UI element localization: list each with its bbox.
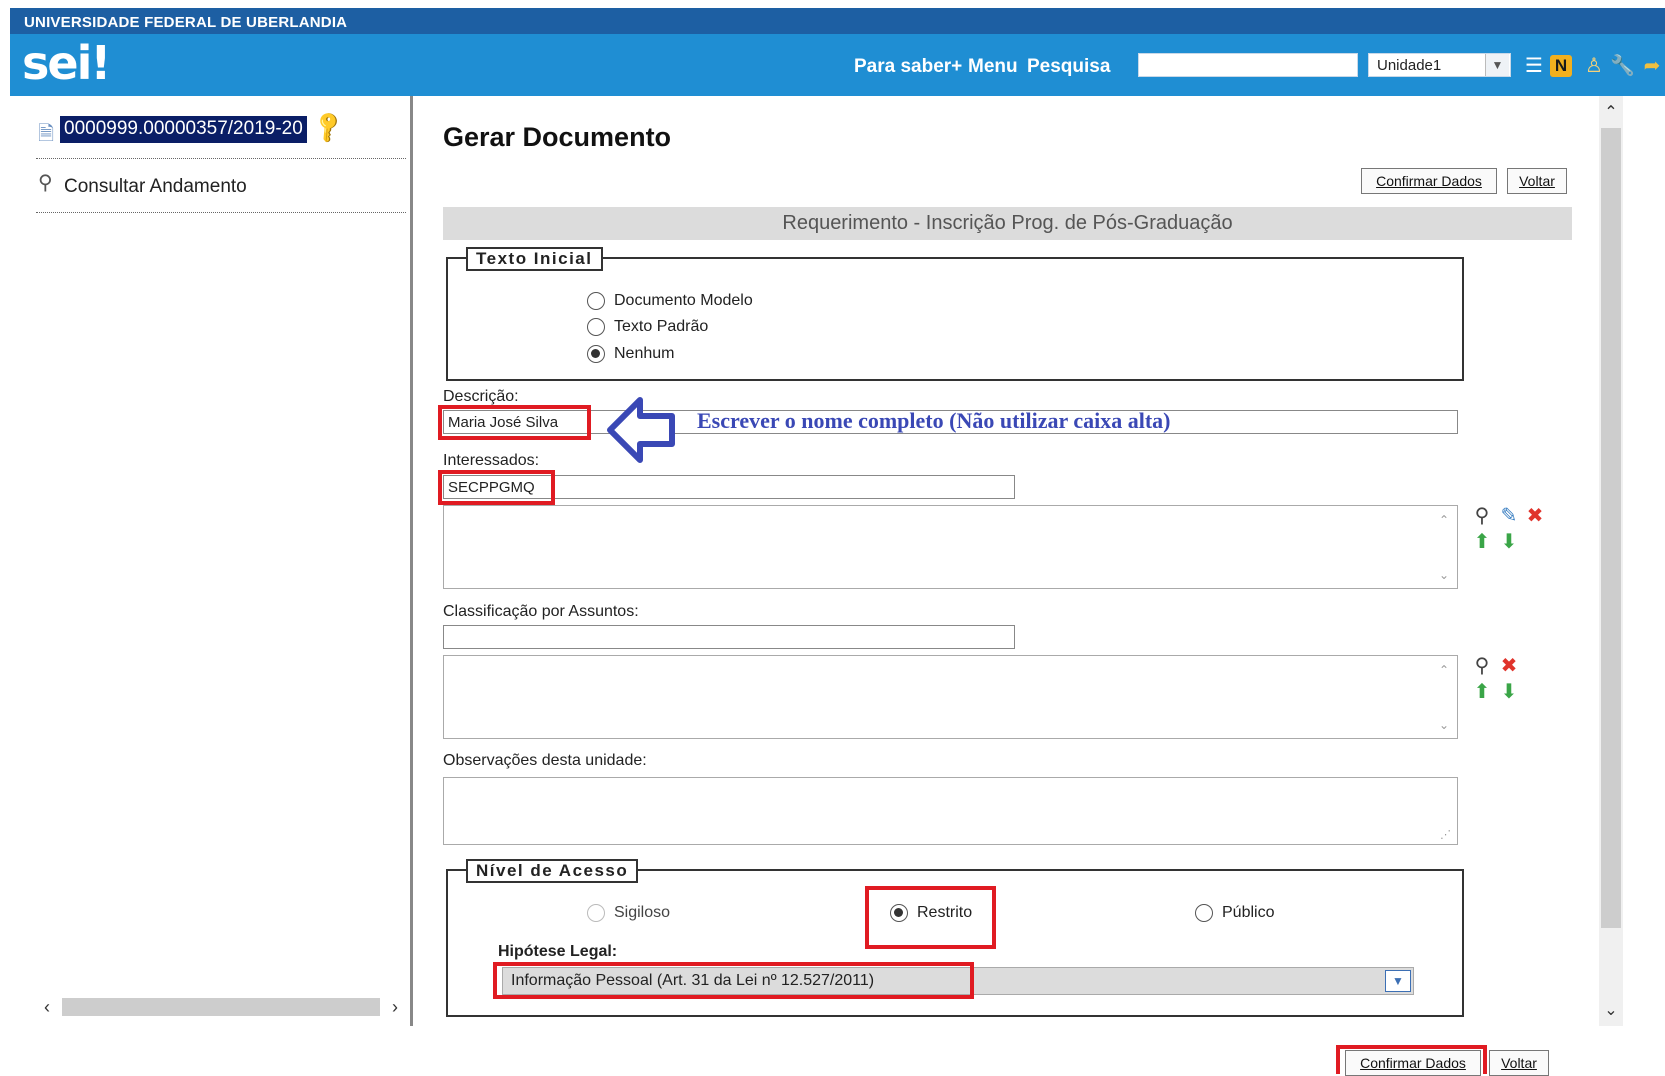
process-icon: 🗎 [38,123,55,145]
list-icon[interactable]: ☰ [1522,54,1546,78]
radio-nenhum[interactable] [587,345,605,363]
process-number-link[interactable]: 0000999.00000357/2019-20 [60,116,307,143]
remove-icon[interactable]: ✖ [1497,654,1521,678]
scrollbar-thumb[interactable] [62,998,380,1016]
para-saber-link[interactable]: Para saber+ [854,56,962,78]
sei-logo[interactable]: sei! [22,36,111,90]
classificacao-input[interactable] [443,625,1015,649]
arrow-down-icon[interactable]: ⬇ [1497,680,1521,704]
observacoes-label: Observações desta unidade: [443,752,647,769]
chevron-left-icon[interactable]: ‹ [36,996,58,1018]
chevron-down-icon[interactable]: ⌄ [1436,567,1452,583]
wrench-icon[interactable]: 🔧 [1610,54,1635,78]
radio-label-sigiloso[interactable]: Sigiloso [614,904,670,922]
highlight-descricao [438,405,591,440]
classificacao-label: Classificação por Assuntos: [443,603,639,620]
classificacao-list[interactable] [443,655,1458,739]
divider [36,212,406,213]
interessados-label: Interessados: [443,452,540,469]
chevron-up-icon[interactable]: ⌃ [1436,512,1452,528]
chevron-up-icon[interactable]: ⌃ [1436,662,1452,678]
horizontal-scrollbar[interactable]: ‹ › [36,996,408,1018]
back-button[interactable]: Voltar [1507,168,1567,194]
resize-handle-icon[interactable]: ⋰ [1440,828,1451,841]
process-tree-panel [10,96,410,1026]
document-type-title: Requerimento - Inscrição Prog. de Pós-Gr… [443,207,1572,240]
radio-label-texto-padrao[interactable]: Texto Padrão [614,318,708,336]
consultar-andamento-link[interactable]: Consultar Andamento [64,176,247,198]
pesquisa-link[interactable]: Pesquisa [1027,56,1110,78]
chevron-down-icon[interactable]: ⌄ [1599,1000,1623,1022]
notes-icon[interactable]: N [1550,55,1572,77]
confirm-button[interactable]: Confirmar Dados [1361,168,1497,194]
scrollbar-thumb[interactable] [1601,128,1621,928]
highlight-hipotese-legal [493,962,974,999]
menu-link[interactable]: Menu [968,56,1018,78]
search-input[interactable] [1138,53,1358,77]
chevron-right-icon[interactable]: › [384,996,406,1018]
divider [36,158,406,159]
exit-icon[interactable]: ➦ [1640,54,1664,78]
radio-texto-padrao[interactable] [587,318,605,336]
observacoes-textarea[interactable] [443,777,1458,845]
radio-publico[interactable] [1195,904,1213,922]
institution-name: UNIVERSIDADE FEDERAL DE UBERLANDIA [24,14,348,31]
chevron-down-icon[interactable]: ▼ [1485,54,1509,76]
radio-label-nenhum[interactable]: Nenhum [614,345,674,363]
highlight-confirm-bottom [1336,1045,1487,1074]
edit-icon[interactable]: ✎ [1497,504,1521,528]
arrow-up-icon[interactable]: ⬆ [1470,680,1494,704]
arrow-down-icon[interactable]: ⬇ [1497,530,1521,554]
radio-label-publico[interactable]: Público [1222,904,1274,922]
magnifier-icon: ⚲ [38,172,53,194]
highlight-interessados [438,470,555,505]
radio-sigiloso[interactable] [587,904,605,922]
descricao-label: Descrição: [443,388,519,405]
user-icon[interactable]: ♙ [1582,54,1606,78]
radio-label-documento-modelo[interactable]: Documento Modelo [614,292,753,310]
hipotese-legal-label: Hipótese Legal: [498,943,618,960]
arrow-up-icon[interactable]: ⬆ [1470,530,1494,554]
back-button-bottom[interactable]: Voltar [1489,1050,1549,1076]
radio-documento-modelo[interactable] [587,292,605,310]
remove-icon[interactable]: ✖ [1523,504,1547,528]
chevron-up-icon[interactable]: ⌃ [1599,102,1623,124]
arrow-left-icon [607,397,675,463]
page-title: Gerar Documento [443,122,672,152]
search-icon[interactable]: ⚲ [1470,504,1494,528]
highlight-restrito [865,886,996,949]
panel-divider[interactable] [410,96,413,1026]
chevron-down-icon[interactable]: ⌄ [1436,717,1452,733]
chevron-down-icon[interactable]: ▼ [1385,970,1411,992]
nivel-acesso-legend: Nível de Acesso [466,859,639,883]
search-icon[interactable]: ⚲ [1470,654,1494,678]
texto-inicial-legend: Texto Inicial [466,247,603,271]
interessados-list[interactable] [443,505,1458,589]
instruction-note: Escrever o nome completo (Não utilizar c… [697,408,1171,433]
